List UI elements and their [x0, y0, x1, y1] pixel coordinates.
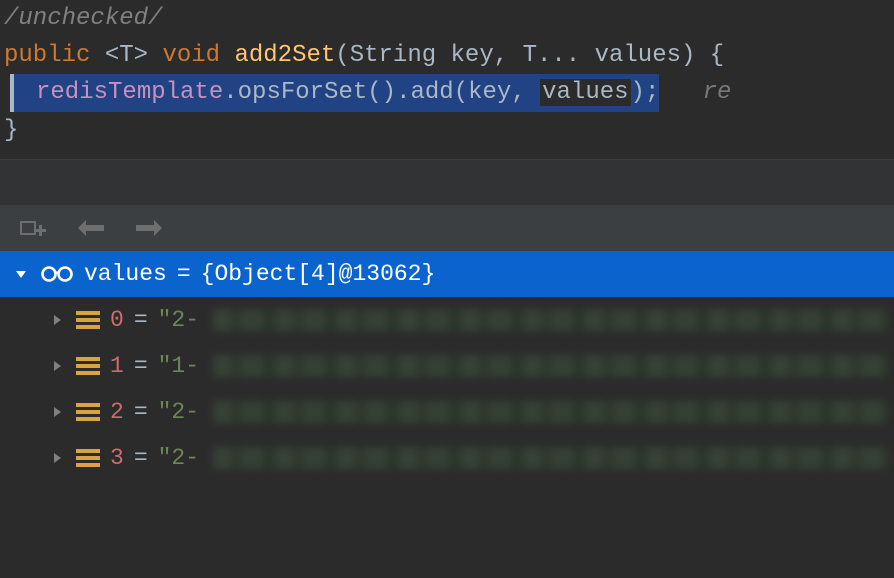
code-line-method-signature: public <T> void add2Set(String key, T...… [0, 37, 894, 74]
redacted-value [213, 401, 888, 423]
debug-var-root[interactable]: values = {Object[4]@13062} [0, 251, 894, 297]
debug-array-item[interactable]: 1 = "1- [0, 343, 894, 389]
array-index: 2 [110, 399, 124, 425]
array-icon [76, 311, 100, 329]
code-line-highlighted: redisTemplate.opsForSet().add(key, value… [0, 74, 894, 111]
forward-arrow-icon[interactable] [134, 218, 166, 238]
expand-arrow-icon[interactable] [48, 403, 66, 421]
redacted-value [213, 309, 888, 331]
debug-variables-panel[interactable]: values = {Object[4]@13062} 0 = "2- 1 = "… [0, 251, 894, 481]
expand-arrow-icon[interactable] [48, 311, 66, 329]
expand-arrow-icon[interactable] [48, 449, 66, 467]
var-name: values [84, 261, 167, 287]
string-prefix: "2- [158, 307, 199, 333]
equals-sign: = [177, 261, 191, 287]
string-prefix: "2- [158, 445, 199, 471]
debug-array-item[interactable]: 3 = "2- [0, 435, 894, 481]
array-index: 1 [110, 353, 124, 379]
collapse-arrow-icon[interactable] [12, 265, 30, 283]
debug-array-item[interactable]: 0 = "2- [0, 297, 894, 343]
glasses-icon [40, 265, 74, 283]
string-prefix: "1- [158, 353, 199, 379]
array-icon [76, 357, 100, 375]
var-type: {Object[4]@13062} [201, 261, 436, 287]
string-prefix: "2- [158, 399, 199, 425]
array-icon [76, 403, 100, 421]
array-icon [76, 449, 100, 467]
debug-array-item[interactable]: 2 = "2- [0, 389, 894, 435]
back-arrow-icon[interactable] [74, 218, 106, 238]
array-index: 3 [110, 445, 124, 471]
panel-divider[interactable] [0, 159, 894, 205]
debug-toolbar [0, 205, 894, 251]
array-index: 0 [110, 307, 124, 333]
code-editor[interactable]: /unchecked/ public <T> void add2Set(Stri… [0, 0, 894, 149]
expand-arrow-icon[interactable] [48, 357, 66, 375]
redacted-value [213, 447, 888, 469]
code-line-brace: } [0, 112, 894, 149]
inline-hint: re [703, 79, 732, 106]
new-watch-icon[interactable] [18, 217, 46, 239]
code-comment: /unchecked/ [0, 0, 894, 37]
redacted-value [213, 355, 888, 377]
